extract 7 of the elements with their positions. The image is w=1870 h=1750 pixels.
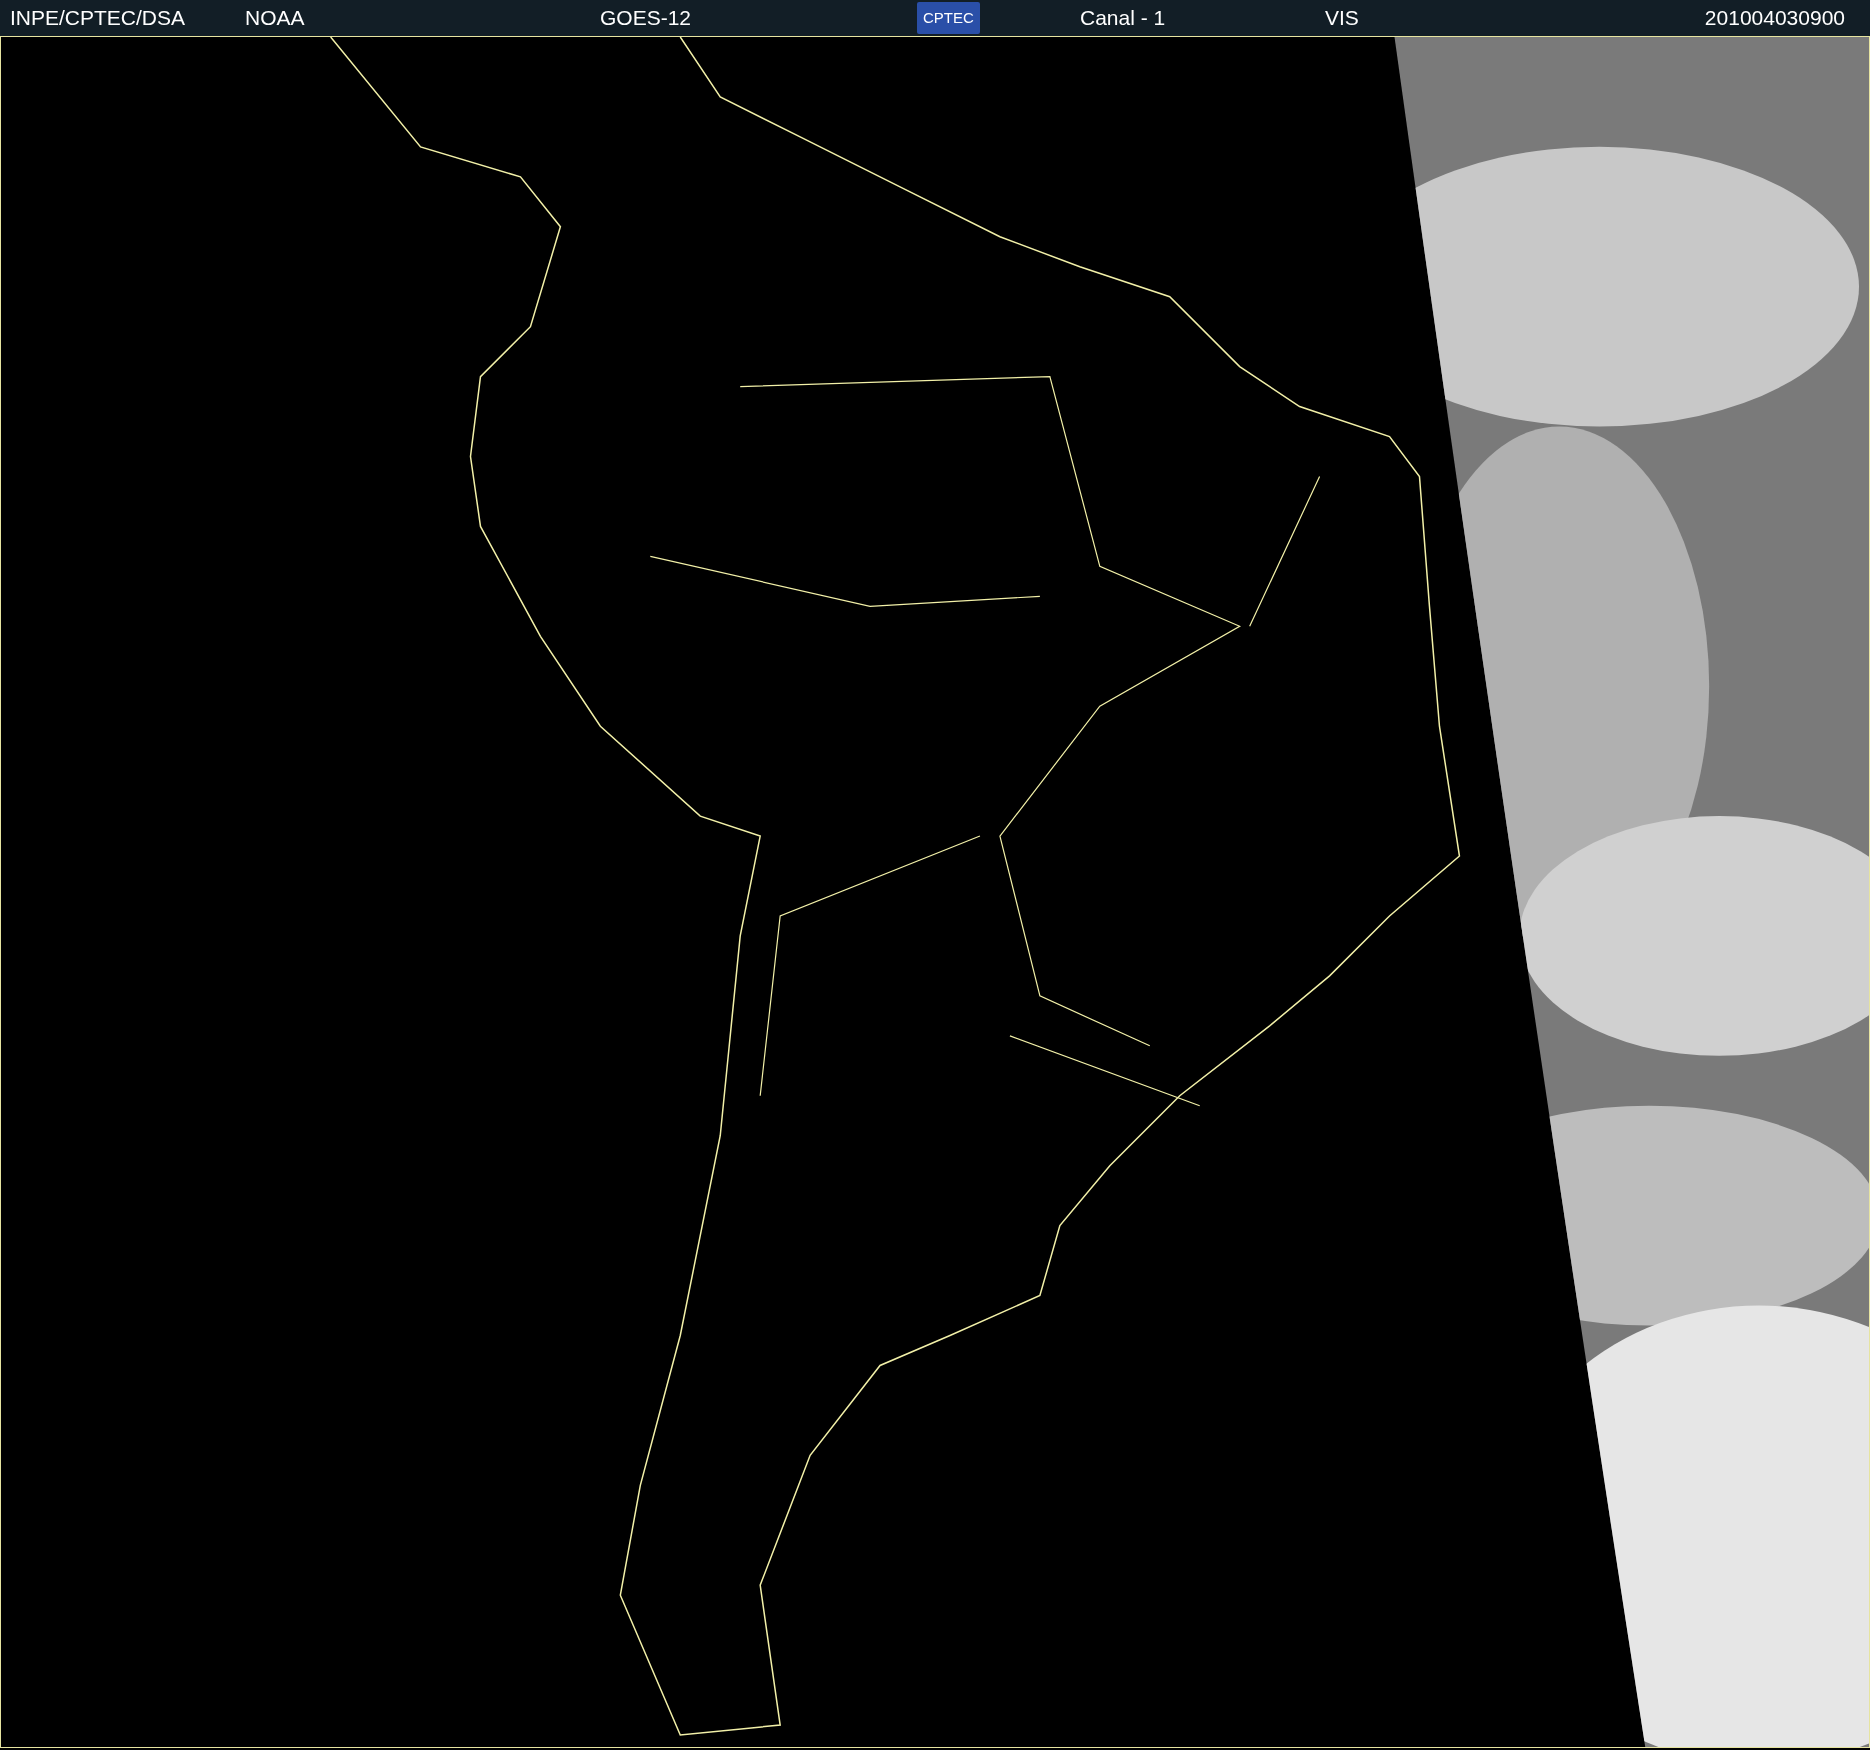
header-label: Canal - 1: [1080, 5, 1166, 31]
header-label: GOES-12: [600, 5, 692, 31]
header-label: NOAA: [245, 5, 305, 31]
header-label: INPE/CPTEC/DSA: [10, 5, 186, 31]
logo: CPTEC: [917, 2, 980, 34]
header-label: VIS: [1325, 5, 1359, 31]
header-label: 201004030900: [1704, 5, 1845, 31]
